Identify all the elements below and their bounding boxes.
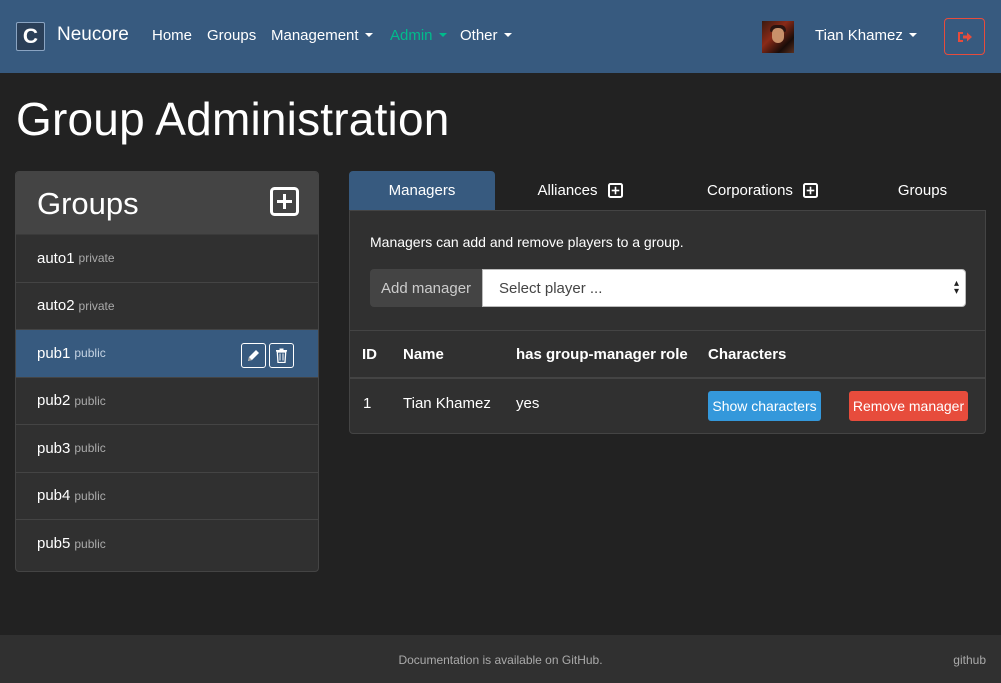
- tab-managers-label: Managers: [388, 182, 456, 199]
- caret-down-icon: [438, 33, 447, 37]
- group-name: pub1: [37, 344, 71, 362]
- brand-logo-letter: C: [22, 24, 39, 48]
- nav-management-dropdown[interactable]: Management: [271, 27, 373, 44]
- group-item-pub3[interactable]: pub3 public: [16, 425, 318, 473]
- managers-panel: Managers can add and remove players to a…: [349, 210, 986, 434]
- table-header-border: [350, 377, 985, 379]
- tab-groups-label: Groups: [897, 182, 948, 199]
- add-manager-group: Add manager Select player ... ▴ ▾: [370, 269, 966, 307]
- group-name: auto1: [37, 249, 75, 267]
- group-item-pub4[interactable]: pub4 public: [16, 472, 318, 520]
- group-name: pub3: [37, 439, 71, 457]
- groups-card-header: Groups: [16, 172, 318, 235]
- tab-alliances[interactable]: Alliances: [520, 171, 640, 210]
- table-top-border: [350, 330, 985, 331]
- groups-card-title: Groups: [37, 186, 139, 221]
- tab-groups[interactable]: Groups: [880, 171, 965, 210]
- group-name: pub2: [37, 392, 71, 410]
- group-visibility: private: [78, 251, 115, 266]
- group-visibility: public: [74, 393, 106, 408]
- brand-name[interactable]: Neucore: [57, 24, 129, 46]
- select-arrows-icon: ▴ ▾: [953, 278, 959, 297]
- group-name: pub5: [37, 535, 71, 553]
- groups-list-card: Groups auto1 private auto2 private pub1 …: [15, 171, 319, 572]
- logout-button[interactable]: [944, 18, 985, 55]
- group-visibility: public: [74, 488, 106, 503]
- tab-corporations-label: Corporations: [707, 182, 793, 199]
- manager-id-cell: 1: [363, 395, 372, 412]
- group-visibility: public: [74, 536, 106, 551]
- nav-home-label: Home: [152, 27, 193, 44]
- pencil-icon: [248, 350, 259, 361]
- user-name: Tian Khamez: [815, 27, 903, 44]
- group-item-auto2[interactable]: auto2 private: [16, 282, 318, 330]
- show-characters-button[interactable]: Show characters: [708, 391, 821, 421]
- footer-text: Documentation is available on GitHub.: [398, 653, 603, 667]
- nav-home[interactable]: Home: [152, 27, 192, 44]
- column-header-name: Name: [403, 346, 444, 363]
- remove-manager-button[interactable]: Remove manager: [849, 391, 968, 421]
- group-item-pub2[interactable]: pub2 public: [16, 377, 318, 425]
- footer: Documentation is available on GitHub. gi…: [0, 635, 1001, 683]
- user-menu-dropdown[interactable]: Tian Khamez: [815, 27, 917, 44]
- brand-logo[interactable]: C: [16, 22, 45, 51]
- group-visibility: private: [78, 298, 115, 313]
- nav-admin-label: Admin: [390, 27, 433, 44]
- add-manager-label: Add manager: [370, 269, 482, 307]
- group-item-pub1[interactable]: pub1 public: [16, 330, 318, 378]
- nav-other-dropdown[interactable]: Other: [460, 27, 512, 44]
- group-item-pub5[interactable]: pub5 public: [16, 520, 318, 568]
- manager-name-cell: Tian Khamez: [403, 395, 491, 412]
- avatar-face: [772, 28, 784, 43]
- add-group-icon[interactable]: [270, 187, 299, 216]
- manager-role-cell: yes: [516, 395, 540, 412]
- caret-down-icon: [503, 33, 512, 37]
- group-visibility: public: [74, 346, 106, 361]
- nav-groups[interactable]: Groups: [207, 27, 256, 44]
- add-corporation-icon[interactable]: [802, 183, 818, 198]
- tab-alliances-label: Alliances: [537, 182, 598, 199]
- caret-down-icon: [908, 33, 917, 37]
- nav-other-label: Other: [460, 27, 498, 44]
- nav-groups-label: Groups: [207, 27, 257, 44]
- group-item-auto1[interactable]: auto1 private: [16, 235, 318, 283]
- page-title: Group Administration: [16, 93, 450, 145]
- nav-management-label: Management: [271, 27, 359, 44]
- column-header-role: has group-manager role: [516, 346, 688, 363]
- edit-group-button[interactable]: [241, 343, 266, 368]
- managers-description: Managers can add and remove players to a…: [370, 234, 684, 250]
- trash-icon: [276, 348, 287, 363]
- column-header-characters: Characters: [708, 346, 787, 363]
- navbar: C Neucore Home Groups Management Admin O…: [0, 0, 1001, 73]
- group-visibility: public: [74, 441, 106, 456]
- delete-group-button[interactable]: [269, 343, 294, 368]
- sign-out-icon: [957, 31, 972, 42]
- add-alliance-icon[interactable]: [607, 183, 623, 198]
- tab-managers[interactable]: Managers: [349, 171, 495, 210]
- footer-github-link[interactable]: github: [953, 653, 986, 667]
- caret-down-icon: [364, 33, 373, 37]
- nav-admin-dropdown[interactable]: Admin: [390, 27, 447, 44]
- group-name: auto2: [37, 297, 75, 315]
- group-name: pub4: [37, 487, 71, 505]
- select-player-value: Select player ...: [499, 279, 603, 297]
- user-avatar[interactable]: [762, 21, 794, 53]
- column-header-id: ID: [362, 346, 377, 363]
- select-player-dropdown[interactable]: Select player ... ▴ ▾: [482, 269, 966, 307]
- tab-corporations[interactable]: Corporations: [690, 171, 835, 210]
